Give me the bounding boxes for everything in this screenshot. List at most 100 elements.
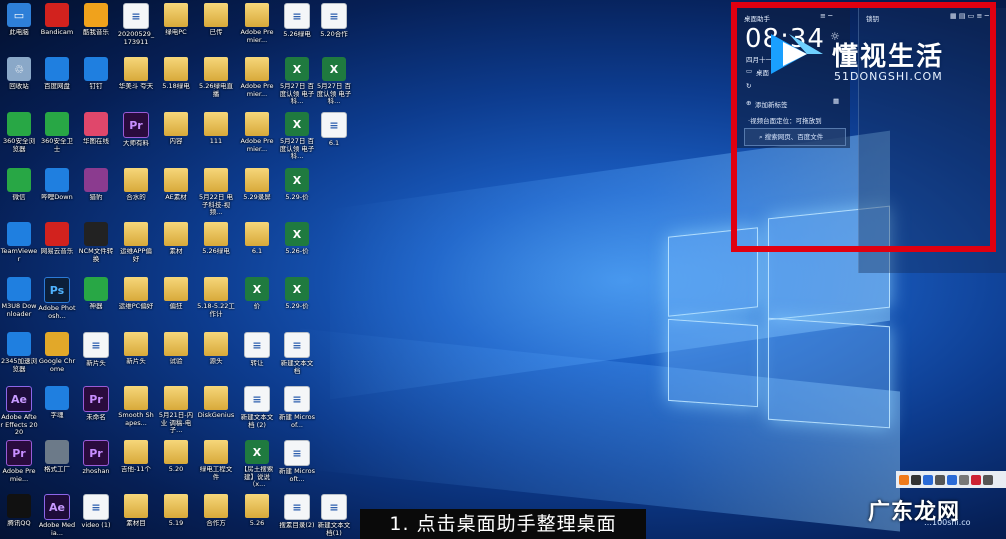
desktop-icon[interactable]: ♲ 回收站 <box>0 57 38 91</box>
desktop-icon-label: 新建文本文档 <box>280 360 314 375</box>
desktop-icon[interactable]: Adobe Premier... <box>238 3 276 44</box>
system-tray[interactable] <box>896 471 1006 488</box>
desktop-icon[interactable]: 5月22日 电子科技-视频... <box>197 168 235 217</box>
desktop-icon[interactable]: 绿电PC <box>157 3 195 37</box>
desktop-icon[interactable]: 360安全浏览器 <box>0 112 38 153</box>
desktop-icon[interactable]: Bandicam <box>38 3 76 37</box>
folder-icon <box>124 440 148 464</box>
desktop-icon[interactable]: ≡ 搜素目录(2) <box>278 494 316 530</box>
app-red-icon <box>45 3 69 27</box>
desktop-icon[interactable]: 6.1 <box>238 222 276 256</box>
desktop-icon[interactable]: Pr zhoshan <box>77 440 115 476</box>
desktop-icon[interactable]: 5.20 <box>157 440 195 474</box>
desktop-icon[interactable]: TeamViewer <box>0 222 38 263</box>
desktop-icon[interactable]: Ae Adobe After Effects 2020 <box>0 386 38 437</box>
desktop-icon[interactable]: 微信 <box>0 168 38 202</box>
desktop-icon[interactable]: Pr 未命名 <box>77 386 115 422</box>
desktop-icon[interactable]: Adobe Premier... <box>238 112 276 153</box>
desktop-icon[interactable]: 字魂 <box>38 386 76 420</box>
desktop-icon[interactable]: 格式工厂 <box>38 440 76 474</box>
desktop-icon-label: AE素材 <box>165 194 187 201</box>
desktop-icon[interactable]: 5.26绿电直播 <box>197 57 235 98</box>
desktop-icon[interactable]: ≡ 新建文本文档 (2) <box>238 386 276 429</box>
desktop-icon[interactable]: ≡ 新建 Microsof... <box>278 386 316 429</box>
desktop-icon[interactable]: X 5月27日 百度认领 电子科... <box>278 112 316 161</box>
desktop-icon[interactable]: 111 <box>197 112 235 146</box>
desktop-icon[interactable]: X 5.26-价 <box>278 222 316 256</box>
desktop-icon[interactable]: X 5月27日 百度认领 电子科... <box>315 57 353 106</box>
desktop-icon[interactable]: 5.18绿电 <box>157 57 195 91</box>
desktop-icon[interactable]: X价 <box>238 277 276 311</box>
desktop-icon[interactable]: 钉钉 <box>77 57 115 91</box>
desktop-icon[interactable]: ▭ 此电脑 <box>0 3 38 37</box>
desktop-icon[interactable]: 5.26绿电 <box>197 222 235 256</box>
desktop-icon[interactable]: X 【房土搜索建】说说（x... <box>238 440 276 489</box>
desktop-icon[interactable]: Pr Adobe Premie... <box>0 440 38 483</box>
desktop-icon[interactable]: ≡ 5.26绿电 <box>278 3 316 39</box>
desktop-icon[interactable]: Google Chrome <box>38 332 76 373</box>
desktop-icon[interactable]: ≡ 新建 Microsoft... <box>278 440 316 483</box>
tools-icon[interactable] <box>983 474 993 485</box>
desktop-icon[interactable]: 吉他-11个 <box>117 440 155 474</box>
desktop-icon[interactable]: ≡ 新片头 <box>77 332 115 368</box>
desktop-icon[interactable]: Ps Adobe Photosh... <box>38 277 76 320</box>
desktop-icon[interactable]: 新片头 <box>117 332 155 366</box>
desktop-icon[interactable]: 运维APP偏好 <box>117 222 155 263</box>
desktop-icon[interactable]: 内容 <box>157 112 195 146</box>
windows-logo-pane <box>768 317 890 429</box>
desktop-icon[interactable]: AE素材 <box>157 168 195 202</box>
desktop-icon[interactable]: X 5月27日 百度认领 电子科... <box>278 57 316 106</box>
desktop-icon[interactable]: 酷我音乐 <box>77 3 115 37</box>
moon-icon[interactable] <box>923 474 933 485</box>
desktop-icon[interactable]: 5.19 <box>157 494 195 528</box>
desktop-icon[interactable]: Adobe Premier... <box>238 57 276 98</box>
desktop-icon[interactable]: 百度网盘 <box>38 57 76 91</box>
desktop-icon[interactable]: 运维PC偏好 <box>117 277 155 311</box>
desktop-icon[interactable]: ≡ 转让 <box>238 332 276 368</box>
desktop-icon[interactable]: 素材目 <box>117 494 155 528</box>
desktop-icon[interactable]: X 5.29-价 <box>278 168 316 202</box>
desktop-icon[interactable]: NCM文件转换 <box>77 222 115 263</box>
desktop-icon[interactable]: 5月21日-内业 调稿-电子... <box>157 386 195 435</box>
punctuation-icon[interactable] <box>935 474 945 485</box>
microphone-icon[interactable] <box>947 474 957 485</box>
desktop-icon[interactable]: ≡ video (1) <box>77 494 115 530</box>
desktop-icon[interactable]: Ae Adobe Media... <box>38 494 76 537</box>
desktop-icon[interactable]: 360安全卫士 <box>38 112 76 153</box>
desktop-icon[interactable]: ≡ 新建文本文档(1) <box>315 494 353 537</box>
desktop-icon[interactable]: DiskGenius <box>197 386 235 420</box>
desktop-icon[interactable]: 哔哩Down <box>38 168 76 202</box>
desktop-icon[interactable]: 偏狂 <box>157 277 195 311</box>
desktop-icon[interactable]: Pr 大师有料 <box>117 112 155 148</box>
desktop-icon[interactable]: ≡ 6.1 <box>315 112 353 148</box>
desktop-icon[interactable]: 腾讯QQ <box>0 494 38 528</box>
desktop-icon[interactable]: 试验 <box>157 332 195 366</box>
desktop-icon[interactable]: M3U8 Downloader <box>0 277 38 318</box>
desktop-icon[interactable]: 华图在线 <box>77 112 115 146</box>
shirt-icon[interactable] <box>971 474 981 485</box>
ae-icon: Ae <box>44 494 70 520</box>
desktop-icon[interactable]: 源头 <box>197 332 235 366</box>
desktop-icon[interactable]: ≡ 20200529_173911 <box>117 3 155 46</box>
ime-mode-icon[interactable] <box>911 474 921 485</box>
desktop-icon[interactable]: 5.18-5.22工作计 <box>197 277 235 318</box>
desktop-icon[interactable]: Smooth Shapes... <box>117 386 155 427</box>
desktop-icon[interactable]: 神器 <box>77 277 115 311</box>
desktop-icon[interactable]: 绿电工程文件 <box>197 440 235 481</box>
desktop-icon[interactable]: 网易云音乐 <box>38 222 76 256</box>
desktop-icon[interactable]: 素材 <box>157 222 195 256</box>
desktop-icon[interactable]: 合水的 <box>117 168 155 202</box>
desktop-icon[interactable]: 华美斗 夸天 <box>117 57 155 91</box>
desktop-icon[interactable]: X 5.29-价 <box>278 277 316 311</box>
desktop-icon[interactable]: ≡ 新建文本文档 <box>278 332 316 375</box>
desktop-icon[interactable]: 2345加速浏览器 <box>0 332 38 373</box>
desktop-icon[interactable]: 5.26 <box>238 494 276 528</box>
desktop-icon[interactable]: 5.29录屏 <box>238 168 276 202</box>
desktop-icon[interactable]: 合作方 <box>197 494 235 528</box>
desktop-icon[interactable]: 猎豹 <box>77 168 115 202</box>
doc-icon: ≡ <box>83 494 109 520</box>
sogou-ime-icon[interactable] <box>899 474 909 485</box>
keyboard-icon[interactable] <box>959 474 969 485</box>
desktop-icon[interactable]: 已传 <box>197 3 235 37</box>
desktop-icon[interactable]: ≡ 5.20合作 <box>315 3 353 39</box>
